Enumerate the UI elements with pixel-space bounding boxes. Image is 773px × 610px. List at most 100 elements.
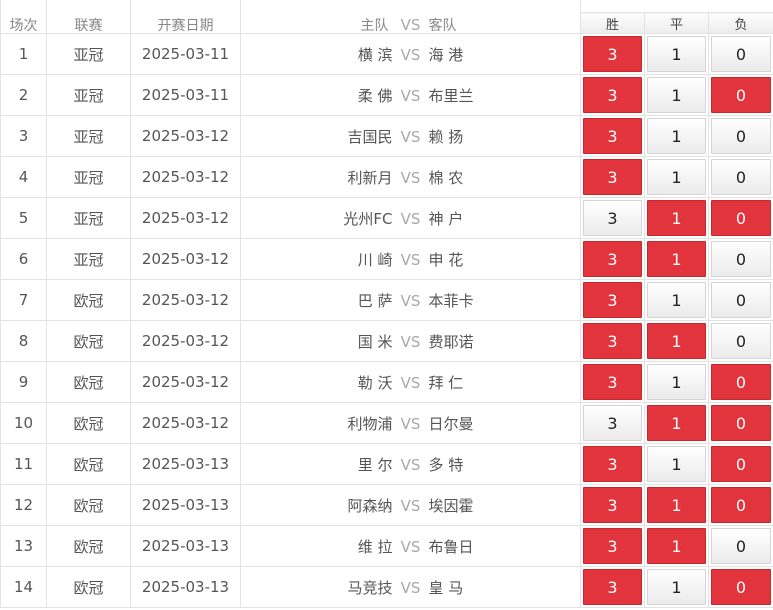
match-date: 2025-03-13 xyxy=(130,566,241,608)
lose-option-button[interactable]: 0 xyxy=(711,77,772,113)
win-option-button[interactable]: 3 xyxy=(583,282,642,318)
lose-option-button[interactable]: 0 xyxy=(711,282,772,318)
lose-cell: 0 xyxy=(707,402,773,444)
win-option-button[interactable]: 3 xyxy=(583,405,642,441)
lose-cell: 0 xyxy=(707,33,773,75)
lose-option-button[interactable]: 0 xyxy=(711,569,772,605)
away-team: 费耶诺 xyxy=(428,332,474,351)
win-cell: 3 xyxy=(580,33,645,75)
draw-cell: 1 xyxy=(644,197,709,239)
lose-option-button[interactable]: 0 xyxy=(711,446,772,482)
match-number: 7 xyxy=(0,279,47,321)
win-option-button[interactable]: 3 xyxy=(583,200,642,236)
win-cell: 3 xyxy=(580,115,645,157)
lose-option-button[interactable]: 0 xyxy=(711,405,772,441)
home-team: 里 尔 xyxy=(357,455,393,474)
table-row: 13 欧冠 2025-03-13 维 拉 VS 布鲁日 3 1 0 xyxy=(0,525,773,567)
win-option-button[interactable]: 3 xyxy=(583,569,642,605)
win-option-button[interactable]: 3 xyxy=(583,159,642,195)
draw-option-button[interactable]: 1 xyxy=(647,118,706,154)
draw-option-button[interactable]: 1 xyxy=(647,77,706,113)
lose-option-button[interactable]: 0 xyxy=(711,159,772,195)
draw-option-button[interactable]: 1 xyxy=(647,159,706,195)
draw-option-button[interactable]: 1 xyxy=(647,323,706,359)
win-cell: 3 xyxy=(580,197,645,239)
win-option-button[interactable]: 3 xyxy=(583,487,642,523)
table-row: 6 亚冠 2025-03-12 川 崎 VS 申 花 310 xyxy=(0,238,773,280)
match-teams: 利新月 VS 棉 农 xyxy=(240,156,581,198)
lose-option-button[interactable]: 0 xyxy=(711,36,772,72)
draw-cell: 1 xyxy=(644,361,709,403)
win-cell: 3 xyxy=(580,443,645,485)
win-option-button[interactable]: 3 xyxy=(583,323,642,359)
draw-cell: 1 xyxy=(644,156,709,198)
match-teams: 国 米 VS 费耶诺 xyxy=(240,320,581,362)
lose-cell: 0 xyxy=(707,320,773,362)
win-option-button[interactable]: 3 xyxy=(583,446,642,482)
draw-option-button[interactable]: 1 xyxy=(647,487,706,523)
match-teams: 巴 萨 VS 本菲卡 xyxy=(240,279,581,321)
match-date: 2025-03-11 xyxy=(130,74,241,116)
draw-option-button[interactable]: 1 xyxy=(647,282,706,318)
win-cell: 3 xyxy=(580,320,645,362)
lose-option-button[interactable]: 0 xyxy=(711,241,772,277)
match-table: 场次 联赛 开赛日期 主队 VS 客队 胜 平 负 1 亚冠 2025-03-11 横 滨… xyxy=(0,0,773,608)
lose-option-button[interactable]: 0 xyxy=(711,118,772,154)
draw-option-button[interactable]: 1 xyxy=(647,241,706,277)
draw-option-button[interactable]: 1 xyxy=(647,569,706,605)
draw-option-button[interactable]: 1 xyxy=(647,36,706,72)
win-option-button[interactable]: 3 xyxy=(583,241,642,277)
draw-cell: 1 xyxy=(644,279,709,321)
home-team: 国 米 xyxy=(357,332,393,351)
lose-cell: 0 xyxy=(707,484,773,526)
draw-cell: 1 xyxy=(644,33,709,75)
draw-cell: 1 xyxy=(644,525,709,567)
win-cell: 3 xyxy=(580,156,645,198)
draw-option-button[interactable]: 1 xyxy=(647,528,706,564)
table-row: 9 欧冠 2025-03-12 勒 沃 VS 拜 仁 310 xyxy=(0,361,773,403)
header-win: 胜 xyxy=(580,12,645,34)
away-team: 本菲卡 xyxy=(428,291,474,310)
home-team: 川 崎 xyxy=(357,250,393,269)
away-team: 多 特 xyxy=(428,455,464,474)
win-option-button[interactable]: 3 xyxy=(583,528,642,564)
lose-option-button[interactable]: 0 xyxy=(711,487,772,523)
win-option-button[interactable]: 3 xyxy=(583,118,642,154)
lose-option-button[interactable]: 0 xyxy=(711,364,772,400)
win-option-button[interactable]: 3 xyxy=(583,364,642,400)
lose-option-button[interactable]: 0 xyxy=(711,323,772,359)
home-team: 马竞技 xyxy=(347,578,393,597)
draw-option-button[interactable]: 1 xyxy=(647,405,706,441)
draw-option-button[interactable]: 1 xyxy=(647,446,706,482)
vs-label: VS xyxy=(400,578,421,597)
match-date: 2025-03-13 xyxy=(130,525,241,567)
lose-cell: 0 xyxy=(707,74,773,116)
table-row: 2 亚冠 2025-03-11 柔 佛 VS 布里兰 3 1 0 xyxy=(0,74,773,116)
match-rows: 1 亚冠 2025-03-11 横 滨 VS 海 港 3 1 0 2 亚冠 2025-03-11 柔 佛… xyxy=(0,33,773,608)
win-option-button[interactable]: 3 xyxy=(583,77,642,113)
lose-cell: 0 xyxy=(707,443,773,485)
match-date: 2025-03-12 xyxy=(130,115,241,157)
match-number: 14 xyxy=(0,566,47,608)
match-number: 8 xyxy=(0,320,47,362)
home-team: 横 滨 xyxy=(357,45,393,64)
lose-cell: 0 xyxy=(707,115,773,157)
lose-option-button[interactable]: 0 xyxy=(711,528,772,564)
match-number: 6 xyxy=(0,238,47,280)
draw-option-button[interactable]: 1 xyxy=(647,200,706,236)
league-name: 欧冠 xyxy=(46,320,131,362)
match-date: 2025-03-12 xyxy=(130,238,241,280)
draw-cell: 1 xyxy=(644,320,709,362)
vs-label: VS xyxy=(400,291,421,310)
win-cell: 3 xyxy=(580,238,645,280)
header-date: 开赛日期 xyxy=(130,0,241,34)
lose-cell: 0 xyxy=(707,238,773,280)
away-team: 拜 仁 xyxy=(428,373,464,392)
vs-label: VS xyxy=(400,45,421,64)
draw-cell: 1 xyxy=(644,443,709,485)
win-option-button[interactable]: 3 xyxy=(583,36,642,72)
lose-option-button[interactable]: 0 xyxy=(711,200,772,236)
league-name: 亚冠 xyxy=(46,115,131,157)
draw-option-button[interactable]: 1 xyxy=(647,364,706,400)
vs-label: VS xyxy=(400,537,421,556)
